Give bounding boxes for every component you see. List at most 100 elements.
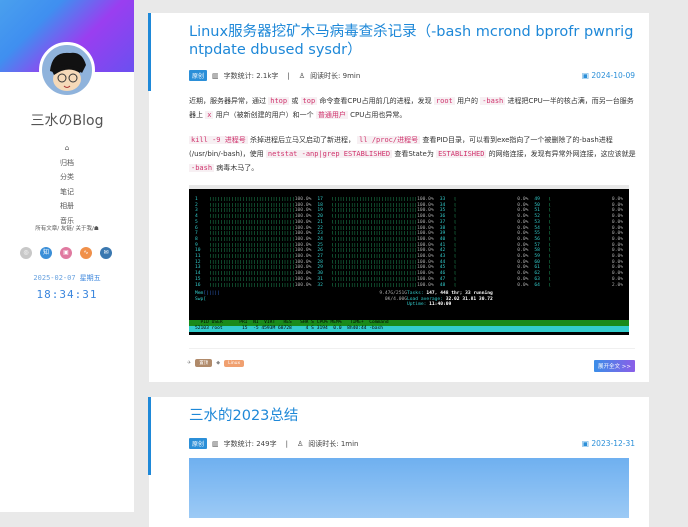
avatar[interactable] <box>39 42 95 98</box>
post-meta: 原创 ▥ 字数统计: 249字 | ♙ 阅读时长: 1min ▣ 2023-12… <box>189 438 635 449</box>
github-icon[interactable]: ◎ <box>20 247 32 259</box>
cpu-meter: 64 [2.0% <box>534 283 623 289</box>
reading-icon: ♙ <box>298 71 306 80</box>
sidebar-date: 2025-02-07 星期五 <box>0 273 134 283</box>
cpu-bar: [|||||||||||||||||||||||||||||| <box>209 282 295 288</box>
nav-archive[interactable]: 归档 <box>0 156 134 171</box>
post-title[interactable]: Linux服务器挖矿木马病毒查杀记录（-bash mcrond bprofr p… <box>189 23 639 59</box>
text-run: 近期，服务器异常，通过 <box>189 97 269 105</box>
links-text[interactable]: 所有文章/ 友链/ 关于我/ <box>35 226 94 232</box>
cpu-number: 32 <box>317 282 323 288</box>
rss-icon[interactable]: ∿ <box>80 247 92 259</box>
cpu-number: 64 <box>534 282 540 288</box>
text-run: 杀掉进程后立马又启动了新进程， <box>247 136 358 144</box>
original-badge: 原创 <box>189 70 208 81</box>
robot-icon[interactable]: ☗ <box>94 226 99 232</box>
post-card: 三水的2023总结 原创 ▥ 字数统计: 249字 | ♙ 阅读时长: 1min… <box>148 397 649 527</box>
social-links: ◎ 知 ▣ ∿ ✉ <box>20 247 112 259</box>
inline-code: root <box>433 97 455 105</box>
original-badge: 原创 <box>189 438 208 449</box>
post-excerpt-1: 近期，服务器异常，通过 htop 或 top 命令查看CPU占用前几的进程，发现… <box>189 94 639 122</box>
text-run: 的网络连接，发现有异常外网连接，这应该就是 <box>486 150 636 158</box>
text-run: 用户（被新创建的用户）和一个 <box>213 111 316 119</box>
tasks-value: 147, 448 thr; 33 running <box>426 291 493 296</box>
inline-code: top <box>300 97 318 105</box>
read-more-button[interactable]: 展开全文 >> <box>594 360 635 372</box>
sidebar: 三水のBlog ⌂ 归档 分类 笔记 相册 音乐 所有文章/ 友链/ 关于我/☗… <box>0 0 134 512</box>
meta-separator: | <box>285 439 288 448</box>
tasks-label: Tasks: <box>407 291 427 296</box>
divider <box>189 348 635 349</box>
post-excerpt-2: kill -9 进程号 杀掉进程后立马又启动了新进程， ll /proc/进程号… <box>189 133 639 175</box>
post-date: ▣ 2023-12-31 <box>582 439 635 448</box>
text-run: CPU占用也异常。 <box>347 111 407 119</box>
tag-icon: ◆ <box>216 360 221 366</box>
post-card: Linux服务器挖矿木马病毒查杀记录（-bash mcrond bprofr p… <box>148 13 649 382</box>
inline-code: kill -9 进程号 <box>189 136 248 144</box>
cpu-bar: [ <box>453 282 457 288</box>
swp-label: Swp <box>195 296 204 302</box>
sidebar-clock: 18:34:31 <box>36 288 98 301</box>
uptime-label: Uptime: <box>407 302 430 308</box>
post-title[interactable]: 三水的2023总结 <box>189 407 639 425</box>
memory-meter: Mem [||||| 9.47G/251G Swp[0K/4.00G <box>195 291 407 302</box>
uptime-value: 11:40:09 <box>429 302 452 308</box>
inline-code: -bash <box>189 164 215 172</box>
nav-album[interactable]: 相册 <box>0 199 134 214</box>
text-run: 命令查看CPU占用前几的进程，发现 <box>317 97 434 105</box>
cpu-meters: 1 [|||||||||||||||||||||||||||||| 100.0% 17… <box>195 197 623 288</box>
cpu-number: 16 <box>195 282 201 288</box>
tag-pinned[interactable]: 置顶 <box>195 359 213 367</box>
accent-bar <box>148 13 151 91</box>
htop-screenshot: 1 [|||||||||||||||||||||||||||||| 100.0% 17… <box>189 185 629 335</box>
email-icon[interactable]: ✉ <box>100 247 112 259</box>
weekday-text: 星期五 <box>79 274 101 282</box>
sidebar-nav: ⌂ 归档 分类 笔记 相册 音乐 <box>0 141 134 228</box>
cpu-bar: [|||||||||||||||||||||||||||||| <box>331 282 418 288</box>
inline-code: netstat -anp|grep ESTABLISHED <box>265 150 393 158</box>
cpu-meter: 32 [|||||||||||||||||||||||||||||| 100.0% <box>317 283 433 289</box>
date-text: 2025-02-07 <box>33 274 76 282</box>
sidebar-links[interactable]: 所有文章/ 友链/ 关于我/☗ <box>0 224 134 232</box>
post-cover-image[interactable] <box>189 458 629 518</box>
read-time: 阅读时长: 1min <box>308 439 359 448</box>
chart-icon: ▥ <box>212 439 219 448</box>
cpu-percent: 2.0% <box>611 282 623 288</box>
word-count: 字数统计: 2.1k字 <box>223 71 279 80</box>
text-run: 或 <box>289 97 301 105</box>
calendar-icon: ▣ <box>581 71 592 80</box>
reading-icon: ♙ <box>296 439 304 448</box>
inline-code: ESTABLISHED <box>436 150 487 158</box>
cpu-number: 48 <box>439 282 446 288</box>
accent-bar <box>148 397 151 475</box>
cpu-bar: [ <box>548 282 552 288</box>
post-meta: 原创 ▥ 字数统计: 2.1k字 | ♙ 阅读时长: 9min ▣ 2024-1… <box>189 70 635 81</box>
bilibili-icon[interactable]: ▣ <box>60 247 72 259</box>
cpu-meter: 16 [|||||||||||||||||||||||||||||| 100.0% <box>195 283 311 289</box>
process-row: 52103 root 15 -5 4593M 68728 4 S 3194 0.… <box>189 326 629 332</box>
post-date: ▣ 2024-10-09 <box>582 71 635 80</box>
nav-notes[interactable]: 笔记 <box>0 185 134 200</box>
load-label: Load average: <box>407 296 446 302</box>
terminal-tabs <box>189 185 629 189</box>
load-value: 32.02 31.81 30.72 <box>445 296 493 302</box>
tag-linux[interactable]: Linux <box>224 359 245 367</box>
home-icon[interactable]: ⌂ <box>0 141 134 156</box>
word-count: 字数统计: 249字 <box>223 439 277 448</box>
text-run: 用户的 <box>454 97 481 105</box>
calendar-icon: ▣ <box>581 439 592 448</box>
cpu-meter: 48 [0.0% <box>440 283 529 289</box>
post-date-text: 2024-10-09 <box>591 71 635 80</box>
text-run: 病毒木马了。 <box>214 164 259 172</box>
cpu-percent: 0.0% <box>517 282 529 288</box>
meta-separator: | <box>287 71 290 80</box>
zhihu-icon[interactable]: 知 <box>40 247 52 259</box>
inline-code: -bash <box>480 97 506 105</box>
post-date-text: 2023-12-31 <box>591 439 635 448</box>
task-summary: Tasks: 147, 448 thr; 33 running Load aver… <box>407 291 493 308</box>
pin-icon: ✈ <box>187 360 192 366</box>
cpu-percent: 100.0% <box>417 282 434 288</box>
chart-icon: ▥ <box>212 71 219 80</box>
blog-name[interactable]: 三水のBlog <box>0 110 134 130</box>
nav-categories[interactable]: 分类 <box>0 170 134 185</box>
